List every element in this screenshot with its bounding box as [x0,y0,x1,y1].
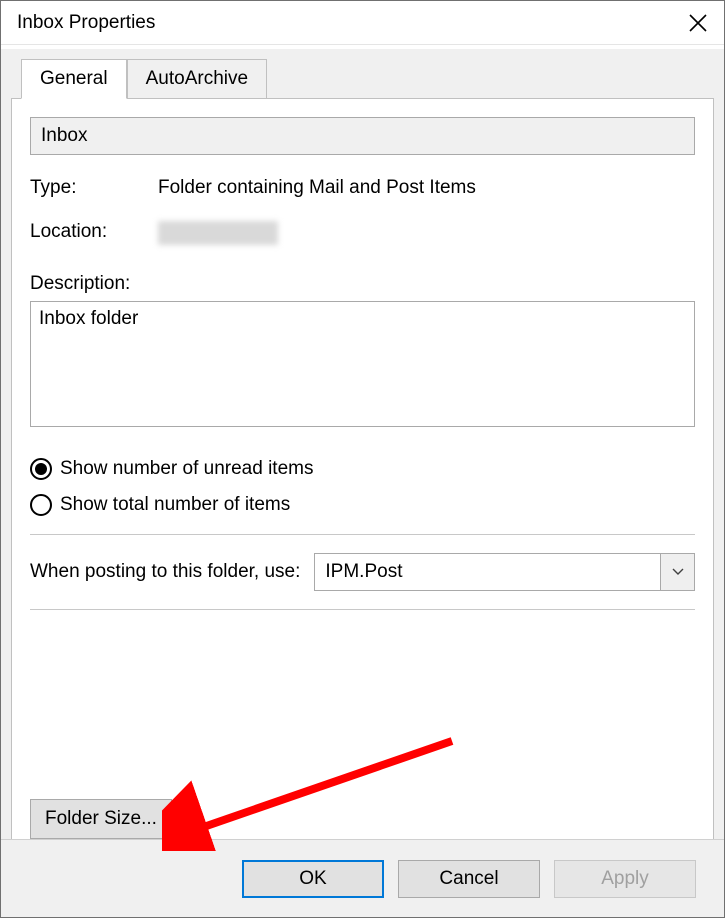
dialog-button-row: OK Cancel Apply [1,839,724,917]
divider [30,534,695,535]
description-input[interactable] [30,301,695,427]
show-count-radio-group: Show number of unread items Show total n… [30,458,695,516]
radio-icon [30,494,52,516]
tab-panel-general: Inbox Type: Folder containing Mail and P… [11,98,714,868]
location-value [158,221,695,251]
ok-button[interactable]: OK [242,860,384,898]
type-value: Folder containing Mail and Post Items [158,177,695,199]
close-button[interactable] [680,5,716,41]
radio-dot [35,463,47,475]
tab-autoarchive[interactable]: AutoArchive [127,59,267,99]
close-icon [689,14,707,32]
posting-form-select[interactable]: IPM.Post [314,553,695,591]
folder-name-value: Inbox [41,125,87,147]
radio-unread-label: Show number of unread items [60,458,313,480]
description-label: Description: [30,273,695,295]
tabstrip: General AutoArchive [21,59,714,99]
dialog-title: Inbox Properties [17,12,155,34]
combo-dropdown-button[interactable] [660,554,694,590]
radio-total-label: Show total number of items [60,494,290,516]
location-label: Location: [30,221,158,243]
folder-size-button[interactable]: Folder Size... [30,799,172,839]
redacted-location [158,221,278,245]
tab-general[interactable]: General [21,59,127,99]
posting-label: When posting to this folder, use: [30,561,300,583]
annotation-arrow [162,731,462,851]
folder-name-field[interactable]: Inbox [30,117,695,155]
apply-button: Apply [554,860,696,898]
type-label: Type: [30,177,158,199]
cancel-button[interactable]: Cancel [398,860,540,898]
dialog-content: General AutoArchive Inbox Type: Folder c… [1,49,724,839]
divider [30,609,695,610]
titlebar: Inbox Properties [1,1,724,45]
radio-show-total[interactable]: Show total number of items [30,494,695,516]
inbox-properties-dialog: Inbox Properties General AutoArchive Inb… [0,0,725,918]
chevron-down-icon [672,568,684,576]
posting-selected-value: IPM.Post [315,554,660,590]
radio-show-unread[interactable]: Show number of unread items [30,458,695,480]
radio-icon [30,458,52,480]
